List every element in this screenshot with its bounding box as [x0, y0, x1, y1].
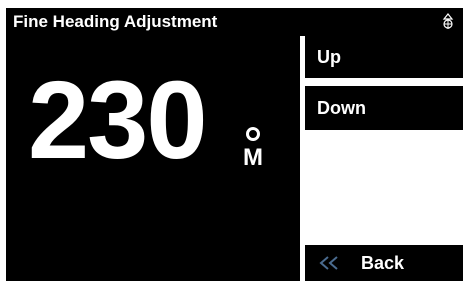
heading-value: 230 — [28, 59, 208, 182]
page-title: Fine Heading Adjustment — [13, 12, 218, 31]
down-button-label: Down — [317, 97, 366, 118]
title-bar: Fine Heading Adjustment — [6, 8, 463, 35]
up-button-label: Up — [317, 46, 341, 67]
heading-unit: M — [243, 144, 263, 171]
down-button[interactable]: Down — [305, 86, 463, 130]
back-button[interactable]: Back — [305, 245, 463, 281]
ship-wheel-icon — [442, 13, 454, 29]
up-button[interactable]: Up — [305, 36, 463, 78]
back-button-label: Back — [361, 252, 405, 273]
degree-circle-icon — [246, 127, 260, 141]
double-chevron-left-icon — [319, 256, 338, 270]
